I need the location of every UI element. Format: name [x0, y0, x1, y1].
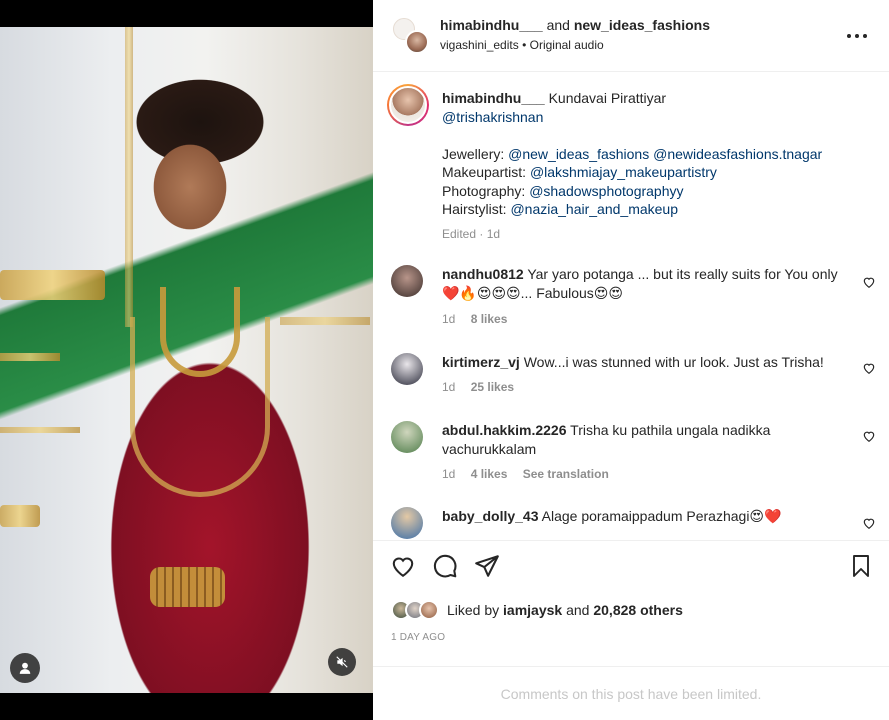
- avatar[interactable]: [391, 507, 423, 539]
- likes-text: Liked by iamjaysk and 20,828 others: [447, 602, 683, 618]
- comment-item: nandhu0812 Yar yaro potanga ... but its …: [387, 265, 882, 335]
- paper-plane-icon: [475, 555, 499, 577]
- likes-others[interactable]: 20,828 others: [593, 602, 683, 618]
- heart-icon: [392, 557, 414, 577]
- likes-user[interactable]: iamjaysk: [503, 602, 562, 618]
- comment-likes[interactable]: 25 likes: [471, 380, 514, 394]
- jewellery-label: Jewellery:: [442, 145, 505, 162]
- divider: [373, 666, 889, 667]
- post-media[interactable]: [0, 0, 373, 720]
- comment-text: nandhu0812 Yar yaro potanga ... but its …: [442, 265, 852, 302]
- hairstylist-label: Hairstylist:: [442, 201, 507, 217]
- comment-likes[interactable]: 4 likes: [471, 467, 508, 481]
- comment-text: kirtimerz_vj Wow...i was stunned with ur…: [442, 353, 852, 372]
- post-caption: himabindhu___ Kundavai Pirattiyar @trish…: [442, 89, 872, 243]
- authors-joiner: and: [546, 17, 570, 33]
- likes-prefix: Liked by: [447, 602, 500, 618]
- mute-button[interactable]: [328, 648, 356, 676]
- speaker-muted-icon: [336, 656, 348, 668]
- post-photo[interactable]: [0, 27, 373, 693]
- more-options-button[interactable]: [845, 24, 869, 48]
- heart-outline-icon[interactable]: [862, 429, 876, 443]
- post-authors: himabindhu___ and new_ideas_fashions: [440, 17, 710, 33]
- post-timestamp[interactable]: 1 DAY AGO: [391, 632, 445, 643]
- author-username[interactable]: himabindhu___: [440, 17, 543, 33]
- comment-age[interactable]: 1d: [442, 467, 455, 481]
- divider: [373, 540, 889, 541]
- heart-outline-icon[interactable]: [862, 275, 876, 289]
- heart-outline-icon[interactable]: [862, 516, 876, 530]
- caption-title: Kundavai Pirattiyar: [548, 90, 667, 106]
- comment-line: vachurukkalam: [442, 440, 537, 457]
- comment-meta: 1d 8 likes: [442, 312, 519, 326]
- comment-username[interactable]: nandhu0812: [442, 266, 524, 282]
- comment-item: baby_dolly_43 Alage poramaippadum Perazh…: [387, 507, 882, 539]
- instagram-post-view: himabindhu___ and new_ideas_fashions vig…: [0, 0, 889, 720]
- see-translation-link[interactable]: See translation: [523, 467, 609, 481]
- user-icon: [19, 662, 31, 674]
- comments-limited-notice: Comments on this post have been limited.: [500, 686, 762, 702]
- likes-summary[interactable]: Liked by iamjaysk and 20,828 others: [391, 598, 683, 622]
- heart-outline-icon[interactable]: [862, 361, 876, 375]
- post-subline: vigashini_edits • Original audio: [440, 38, 604, 52]
- collab-avatars[interactable]: [393, 18, 429, 54]
- comment-text: abdul.hakkim.2226 Trisha ku pathila unga…: [442, 421, 852, 458]
- caption-username[interactable]: himabindhu___: [442, 90, 545, 106]
- photography-label: Photography:: [442, 182, 526, 199]
- photography-link[interactable]: @shadowsphotographyy: [529, 183, 683, 199]
- comment-meta: 1d 4 likes See translation: [442, 467, 621, 481]
- comment-bubble-icon: [433, 554, 457, 578]
- comment-age[interactable]: 1d: [442, 312, 455, 326]
- original-audio-link[interactable]: Original audio: [530, 38, 604, 52]
- subline-user[interactable]: vigashini_edits: [440, 38, 519, 52]
- avatar[interactable]: [391, 265, 423, 297]
- likes-joiner: and: [566, 602, 590, 618]
- avatar: [405, 30, 429, 54]
- collaborator-username[interactable]: new_ideas_fashions: [574, 17, 710, 33]
- comment-item: abdul.hakkim.2226 Trisha ku pathila unga…: [387, 421, 882, 491]
- comment-line: Trisha ku pathila ungala nadikka: [570, 422, 771, 438]
- jewellery-links[interactable]: @new_ideas_fashions @newideasfashions.tn…: [508, 146, 822, 162]
- comment-item: kirtimerz_vj Wow...i was stunned with ur…: [387, 353, 882, 403]
- makeup-link[interactable]: @lakshmiajay_makeupartistry: [530, 164, 717, 180]
- comment-line: ❤️🔥😍😍😍... Fabulous😍😍: [442, 284, 623, 301]
- post-actions: [373, 552, 889, 586]
- comment-meta: 1d 25 likes: [442, 380, 526, 394]
- post-details-panel: himabindhu___ and new_ideas_fashions vig…: [373, 0, 889, 720]
- comment-likes[interactable]: 8 likes: [471, 312, 508, 326]
- subline-separator: •: [522, 38, 527, 52]
- caption-avatar[interactable]: [387, 84, 429, 126]
- comment-username[interactable]: kirtimerz_vj: [442, 354, 520, 370]
- like-button[interactable]: [389, 552, 417, 580]
- comment-age[interactable]: 1d: [442, 380, 455, 394]
- avatar[interactable]: [391, 421, 423, 453]
- bookmark-icon: [853, 555, 869, 577]
- save-button[interactable]: [847, 552, 875, 580]
- comment-username[interactable]: abdul.hakkim.2226: [442, 422, 567, 438]
- caption-mention[interactable]: @trishakrishnan: [442, 109, 543, 125]
- comment-text: baby_dolly_43 Alage poramaippadum Perazh…: [442, 507, 852, 526]
- comment-button[interactable]: [431, 552, 459, 580]
- avatar: [419, 600, 439, 620]
- comment-username[interactable]: baby_dolly_43: [442, 508, 539, 524]
- tagged-users-button[interactable]: [10, 653, 40, 683]
- makeup-label: Makeupartist:: [442, 164, 527, 180]
- share-button[interactable]: [473, 552, 501, 580]
- comment-line: Wow...i was stunned with ur look. Just a…: [523, 354, 824, 370]
- post-header: himabindhu___ and new_ideas_fashions vig…: [373, 0, 889, 72]
- caption-edited: Edited · 1d: [442, 226, 501, 241]
- avatar[interactable]: [391, 353, 423, 385]
- more-horizontal-icon: [847, 34, 867, 38]
- comment-line: Yar yaro potanga ... but its really suit…: [527, 266, 838, 282]
- comment-line: Alage poramaippadum Perazhagi😍❤️: [541, 508, 782, 524]
- hairstylist-link[interactable]: @nazia_hair_and_makeup: [510, 201, 678, 217]
